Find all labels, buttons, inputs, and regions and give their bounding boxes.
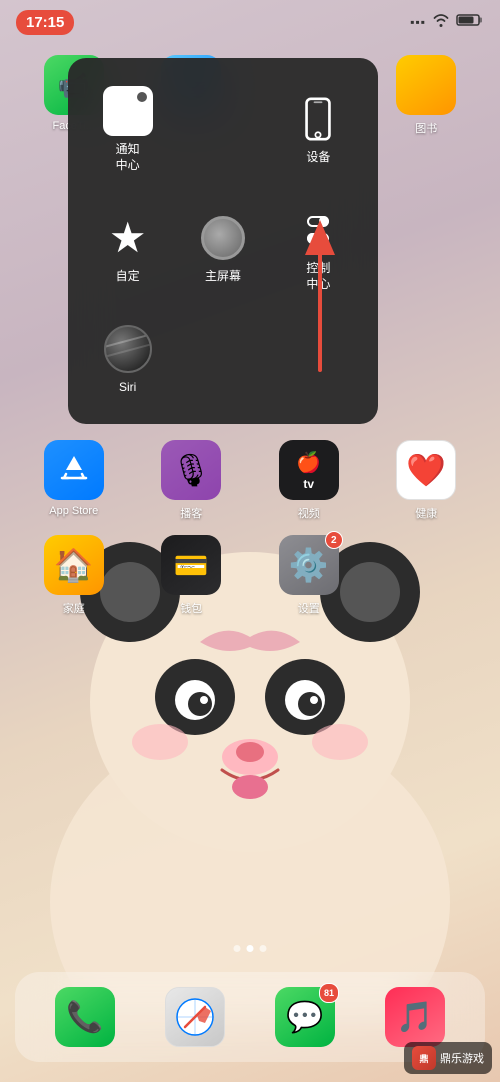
status-bar: 17:15 ▪▪▪ (0, 0, 500, 44)
watermark: 鼎 鼎乐游戏 (404, 1042, 492, 1074)
controlcenter-icon (293, 205, 343, 255)
app-empty-slot (386, 535, 466, 616)
menu-item-customize[interactable]: ★ 自定 (84, 193, 171, 304)
app-wallet[interactable]: 💳 钱包 (151, 535, 231, 616)
dock-safari[interactable] (155, 987, 235, 1047)
device-label: 设备 (306, 150, 330, 166)
siri-icon (103, 324, 153, 374)
app-health[interactable]: ❤️ 健康 (386, 440, 466, 521)
customize-label: 自定 (116, 269, 140, 285)
app-settings[interactable]: ⚙️ 2 设置 (269, 535, 349, 616)
homescreen-label: 主屏幕 (205, 269, 241, 285)
watermark-logo: 鼎 (412, 1046, 436, 1070)
controlcenter-label: 控制中心 (306, 261, 330, 292)
star-icon: ★ (103, 213, 153, 263)
signal-icon: ▪▪▪ (410, 15, 426, 29)
app-home[interactable]: 🏠 家庭 (34, 535, 114, 616)
menu-item-device[interactable]: 设备 (275, 74, 362, 185)
dot-3 (260, 945, 267, 952)
menu-item-homescreen[interactable]: 主屏幕 (179, 193, 266, 304)
status-time: 17:15 (16, 10, 74, 35)
wifi-icon (432, 13, 450, 32)
context-menu: 通知中心 设备 ★ 自定 (68, 58, 378, 424)
settings-badge: 2 (325, 531, 343, 549)
app-appstore[interactable]: App Store (34, 440, 114, 521)
watermark-text: 鼎乐游戏 (440, 1050, 484, 1066)
dock-music[interactable]: 🎵 (375, 987, 455, 1047)
menu-item-siri[interactable]: Siri (84, 312, 171, 408)
device-icon (293, 94, 343, 144)
dot-2-active (247, 945, 254, 952)
app-podcasts[interactable]: 🎙 播客 (151, 440, 231, 521)
menu-item-controlcenter[interactable]: 控制中心 (275, 193, 362, 304)
battery-icon (456, 13, 484, 32)
app-books[interactable]: 图书 (386, 55, 466, 136)
app-row-4: 🏠 家庭 💳 钱包 ⚙️ 2 设置 (0, 535, 500, 616)
dock-phone[interactable]: 📞 (45, 987, 125, 1047)
notification-center-label: 通知中心 (116, 142, 140, 173)
notification-center-icon (103, 86, 153, 136)
siri-label: Siri (119, 380, 136, 396)
messages-badge: 81 (319, 983, 339, 1003)
homescreen-icon (198, 213, 248, 263)
menu-item-notification[interactable]: 通知中心 (84, 74, 171, 185)
context-menu-grid: 通知中心 设备 ★ 自定 (84, 74, 362, 408)
status-icons: ▪▪▪ (410, 13, 484, 32)
menu-empty-center (179, 74, 266, 185)
dock-messages[interactable]: 💬 81 (265, 987, 345, 1047)
app-appletv[interactable]: 🍎 tv 视频 (269, 440, 349, 521)
page-dots (234, 945, 267, 952)
app-row-3: App Store 🎙 播客 🍎 tv 视频 ❤️ 健康 (0, 440, 500, 521)
dot-1 (234, 945, 241, 952)
